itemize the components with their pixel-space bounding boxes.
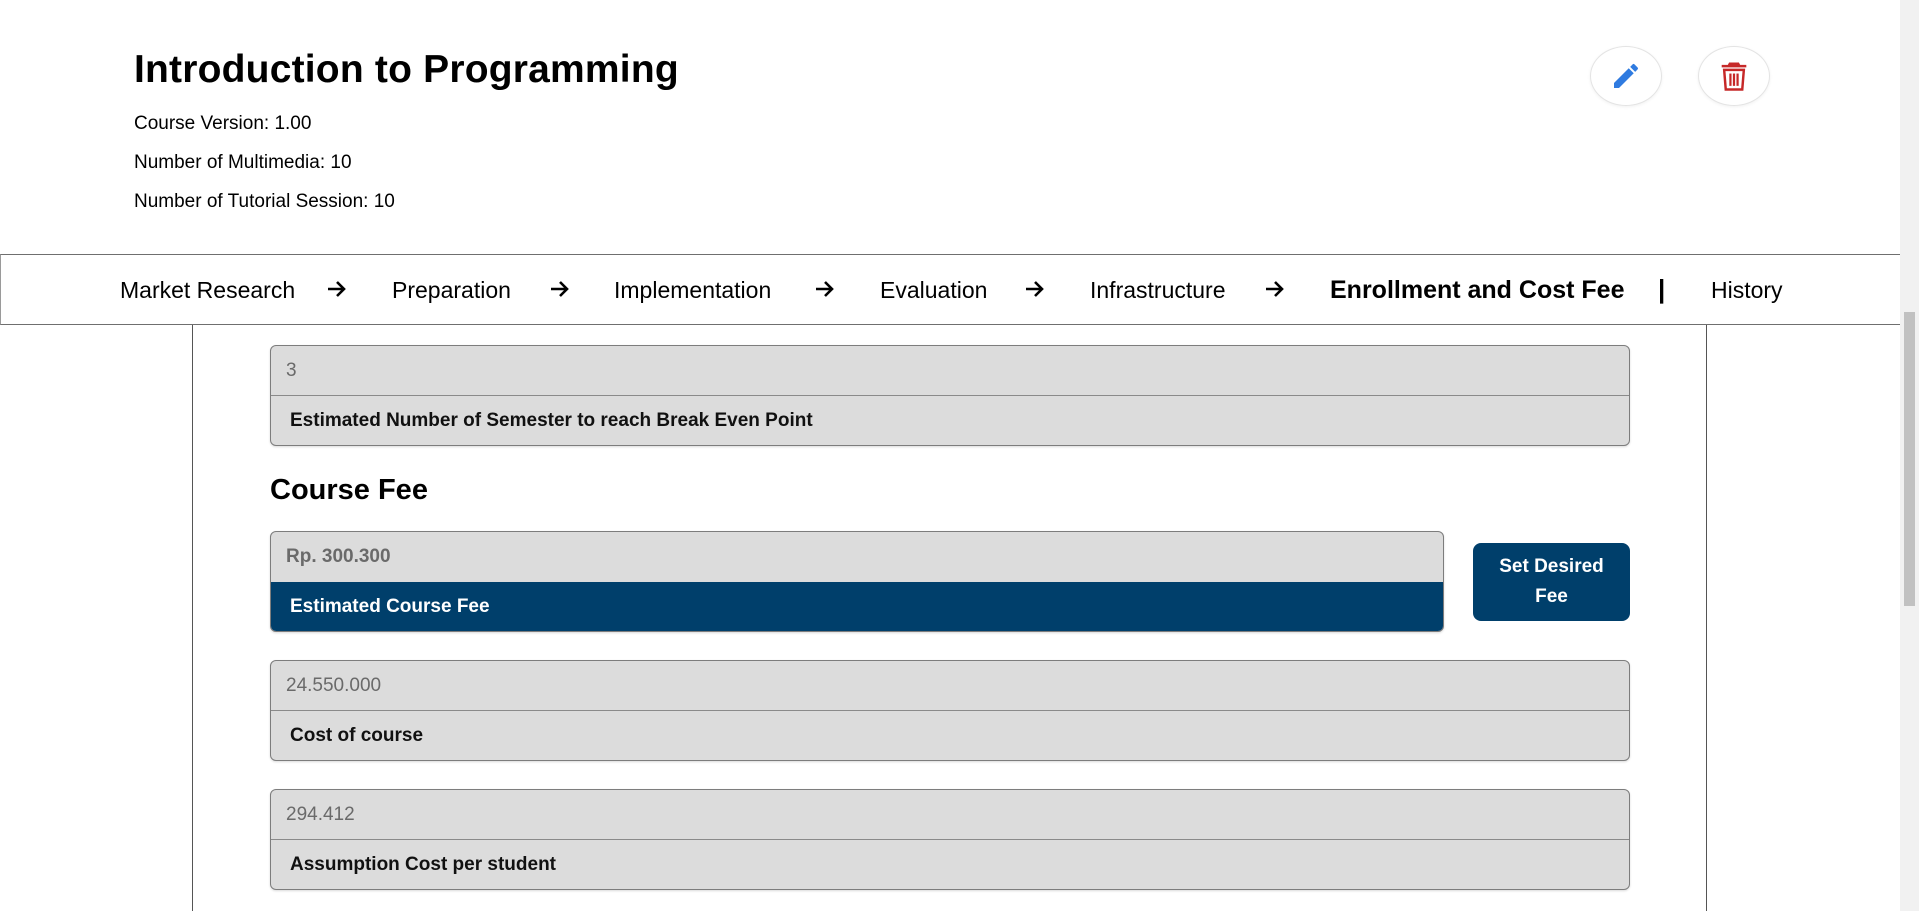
nav-item-infrastructure[interactable]: Infrastructure xyxy=(1090,277,1226,304)
nav-item-implementation[interactable]: Implementation xyxy=(614,277,771,304)
nav-item-market-research[interactable]: Market Research xyxy=(120,277,295,304)
pencil-icon xyxy=(1614,63,1639,88)
arrow-right-icon xyxy=(1266,281,1284,297)
estimated-course-fee-label: Estimated Course Fee xyxy=(271,582,1443,631)
multimedia-count: Number of Multimedia: 10 xyxy=(134,152,352,173)
nav-item-history[interactable]: History xyxy=(1711,277,1783,304)
assumption-cost-label: Assumption Cost per student xyxy=(290,854,557,875)
nav-item-enrollment-and-cost-fee[interactable]: Enrollment and Cost Fee xyxy=(1330,276,1624,305)
nav-item-evaluation[interactable]: Evaluation xyxy=(880,277,987,304)
assumption-cost-value[interactable]: 294.412 xyxy=(271,790,1629,840)
nav-separator: | xyxy=(1658,274,1666,304)
estimated-course-fee-value[interactable]: Rp. 300.300 xyxy=(271,532,1443,582)
nav-item-preparation[interactable]: Preparation xyxy=(392,277,511,304)
trash-icon xyxy=(1721,62,1747,91)
arrow-right-icon xyxy=(1026,281,1044,297)
arrow-right-icon xyxy=(816,281,834,297)
cost-of-course-label: Cost of course xyxy=(290,725,424,746)
tutorial-count: Number of Tutorial Session: 10 xyxy=(134,191,395,212)
assumption-cost-field: 294.412 Assumption Cost per student xyxy=(270,789,1630,890)
edit-button[interactable] xyxy=(1590,46,1662,106)
scrollbar-thumb[interactable] xyxy=(1904,312,1915,606)
course-version: Course Version: 1.00 xyxy=(134,113,312,134)
page-scrollbar[interactable] xyxy=(1900,0,1919,911)
page-title: Introduction to Programming xyxy=(134,48,679,91)
set-desired-fee-button[interactable]: Set Desired Fee xyxy=(1473,543,1630,621)
estimated-course-fee-field: Rp. 300.300 Estimated Course Fee xyxy=(270,531,1444,632)
break-even-value[interactable]: 3 xyxy=(271,346,1629,396)
arrow-right-icon xyxy=(551,281,569,297)
page: Introduction to Programming Course Versi… xyxy=(0,0,1900,911)
cost-of-course-field: 24.550.000 Cost of course xyxy=(270,660,1630,761)
arrow-right-icon xyxy=(328,281,346,297)
step-navigation: Market Research Preparation Implementati… xyxy=(0,254,1900,325)
break-even-field: 3 Estimated Number of Semester to reach … xyxy=(270,345,1630,446)
cost-of-course-value[interactable]: 24.550.000 xyxy=(271,661,1629,711)
delete-button[interactable] xyxy=(1698,46,1770,106)
break-even-label: Estimated Number of Semester to reach Br… xyxy=(290,410,813,431)
course-fee-heading: Course Fee xyxy=(270,474,428,506)
